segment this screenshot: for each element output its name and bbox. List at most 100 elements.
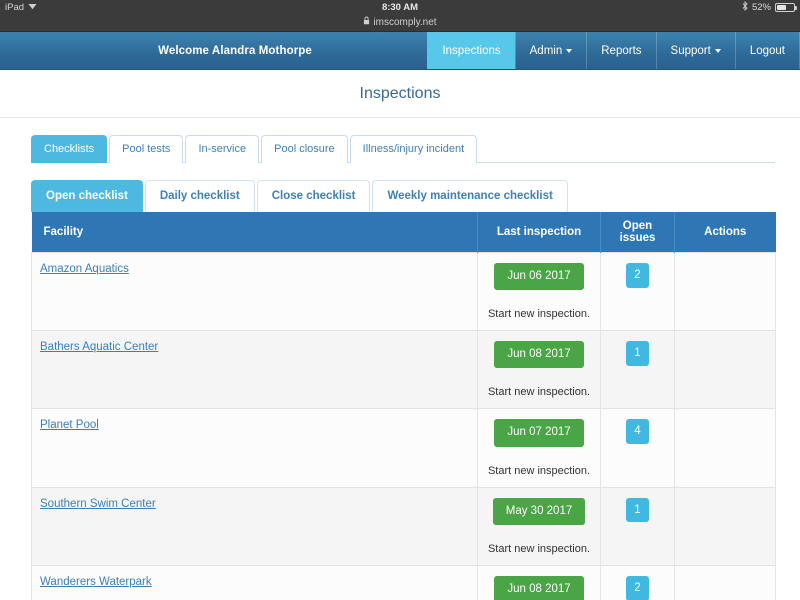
column-header-last-inspection[interactable]: Last inspection xyxy=(477,212,601,253)
tab-daily-checklist[interactable]: Daily checklist xyxy=(144,180,255,212)
facility-link[interactable]: Southern Swim Center xyxy=(40,498,156,510)
column-header-open-issues[interactable]: Open issues xyxy=(600,212,675,253)
tab-weekly-maintenance-checklist[interactable]: Weekly maintenance checklist xyxy=(372,180,568,212)
cell-open-issues: 2 xyxy=(600,564,675,600)
open-issues-badge[interactable]: 2 xyxy=(626,263,649,288)
cell-last-inspection: Jun 08 2017 Start new inspection. xyxy=(477,564,601,600)
welcome-message: Welcome Alandra Mothorpe xyxy=(158,45,312,57)
page-content: Checklists Pool tests In-service Pool cl… xyxy=(0,118,800,600)
last-inspection-button[interactable]: May 30 2017 xyxy=(492,497,586,525)
tab-label: In-service xyxy=(198,143,247,156)
nav-item-admin[interactable]: Admin xyxy=(514,32,587,69)
tab-label: Pool tests xyxy=(122,143,171,156)
cell-last-inspection: Jun 08 2017 Start new inspection. xyxy=(477,330,601,410)
nav-item-label: Admin xyxy=(529,44,563,57)
table-row: Bathers Aquatic Center Jun 08 2017 Start… xyxy=(31,330,776,410)
cell-last-inspection: Jun 06 2017 Start new inspection. xyxy=(477,251,601,332)
table-body: Amazon Aquatics Jun 06 2017 Start new in… xyxy=(31,251,776,600)
nav-item-reports[interactable]: Reports xyxy=(586,32,655,69)
cell-facility: Bathers Aquatic Center xyxy=(31,330,478,410)
tab-label: Close checklist xyxy=(271,190,356,203)
last-inspection-button[interactable]: Jun 08 2017 xyxy=(494,575,584,600)
status-bar-time: 8:30 AM xyxy=(381,1,419,13)
nav-item-support[interactable]: Support xyxy=(655,32,735,69)
nav-item-label: Logout xyxy=(749,44,785,57)
nav-item-label: Reports xyxy=(601,44,642,57)
navbar-items: Inspections Admin Reports Support Logout xyxy=(427,32,800,69)
tab-label: Illness/injury incident xyxy=(362,143,465,156)
last-inspection-button[interactable]: Jun 07 2017 xyxy=(494,419,584,447)
facility-link[interactable]: Bathers Aquatic Center xyxy=(40,341,158,353)
tab-illness-injury-incident[interactable]: Illness/injury incident xyxy=(349,135,478,163)
device-label: iPad xyxy=(5,1,25,13)
battery-icon xyxy=(775,2,797,12)
cell-facility: Planet Pool xyxy=(31,408,478,488)
browser-url-bar[interactable]: imscomply.net xyxy=(0,14,800,32)
tab-label: Weekly maintenance checklist xyxy=(387,190,553,203)
tab-checklists[interactable]: Checklists xyxy=(31,135,108,163)
cell-actions xyxy=(674,408,776,488)
open-issues-badge[interactable]: 2 xyxy=(626,575,649,600)
tab-label: Daily checklist xyxy=(159,190,240,203)
cell-actions xyxy=(674,486,776,566)
chevron-down-icon xyxy=(566,48,573,53)
tab-label: Pool closure xyxy=(274,143,335,156)
cell-open-issues: 2 xyxy=(600,251,675,332)
open-issues-badge[interactable]: 4 xyxy=(626,419,649,445)
cell-facility: Southern Swim Center xyxy=(31,486,478,566)
bluetooth-icon xyxy=(742,0,748,14)
inspections-table-wrapper: Facility Last inspection Open issues Act… xyxy=(31,212,776,600)
tab-pool-tests[interactable]: Pool tests xyxy=(109,135,184,163)
last-inspection-button[interactable]: Jun 08 2017 xyxy=(494,341,584,369)
cell-last-inspection: Jun 07 2017 Start new inspection. xyxy=(477,408,601,488)
facility-link[interactable]: Wanderers Waterpark xyxy=(40,576,152,588)
cell-facility: Amazon Aquatics xyxy=(31,251,478,332)
table-row: Southern Swim Center May 30 2017 Start n… xyxy=(31,486,776,566)
tab-in-service[interactable]: In-service xyxy=(185,135,260,163)
start-new-inspection-link[interactable]: Start new inspection. xyxy=(486,308,592,320)
column-header-facility[interactable]: Facility xyxy=(31,212,478,253)
cell-open-issues: 1 xyxy=(600,486,675,566)
cell-open-issues: 1 xyxy=(600,330,675,410)
open-issues-badge[interactable]: 1 xyxy=(626,341,649,366)
open-issues-badge[interactable]: 1 xyxy=(626,497,649,523)
facility-link[interactable]: Planet Pool xyxy=(40,419,99,431)
wifi-icon xyxy=(28,2,37,12)
table-header: Facility Last inspection Open issues Act… xyxy=(31,212,776,253)
cell-facility: Wanderers Waterpark xyxy=(31,564,478,600)
table-row: Planet Pool Jun 07 2017 Start new inspec… xyxy=(31,408,776,488)
nav-item-label: Support xyxy=(670,44,711,57)
nav-item-logout[interactable]: Logout xyxy=(734,32,800,69)
cell-open-issues: 4 xyxy=(600,408,675,488)
tab-label: Checklists xyxy=(44,143,95,156)
start-new-inspection-link[interactable]: Start new inspection. xyxy=(486,543,592,555)
tab-open-checklist[interactable]: Open checklist xyxy=(31,180,143,212)
table-header-row: Facility Last inspection Open issues Act… xyxy=(31,212,776,253)
page-title: Inspections xyxy=(0,70,800,118)
facility-link[interactable]: Amazon Aquatics xyxy=(40,263,129,275)
status-bar-left: iPad xyxy=(5,2,37,13)
ios-status-bar: iPad 8:30 AM 52% xyxy=(0,0,800,14)
inspections-table: Facility Last inspection Open issues Act… xyxy=(31,212,776,600)
primary-tab-bar: Checklists Pool tests In-service Pool cl… xyxy=(31,132,775,163)
secondary-tab-bar: Open checklist Daily checklist Close che… xyxy=(31,179,775,212)
tab-close-checklist[interactable]: Close checklist xyxy=(256,180,371,212)
cell-actions xyxy=(674,251,776,332)
table-row: Wanderers Waterpark Jun 08 2017 Start ne… xyxy=(31,564,776,600)
lock-icon xyxy=(363,16,370,28)
url-text: imscomply.net xyxy=(373,17,437,28)
last-inspection-button[interactable]: Jun 06 2017 xyxy=(494,263,584,291)
chevron-down-icon xyxy=(714,48,721,53)
table-row: Amazon Aquatics Jun 06 2017 Start new in… xyxy=(31,251,776,332)
start-new-inspection-link[interactable]: Start new inspection. xyxy=(486,386,592,398)
status-bar-right: 52% xyxy=(742,0,797,14)
cell-actions xyxy=(674,330,776,410)
cell-last-inspection: May 30 2017 Start new inspection. xyxy=(477,486,601,566)
tab-pool-closure[interactable]: Pool closure xyxy=(261,135,348,163)
cell-actions xyxy=(674,564,776,600)
column-header-actions: Actions xyxy=(674,212,776,253)
main-navbar: Welcome Alandra Mothorpe Inspections Adm… xyxy=(0,32,800,70)
start-new-inspection-link[interactable]: Start new inspection. xyxy=(486,465,592,477)
battery-percent-label: 52% xyxy=(751,1,771,13)
tab-label: Open checklist xyxy=(46,190,128,203)
